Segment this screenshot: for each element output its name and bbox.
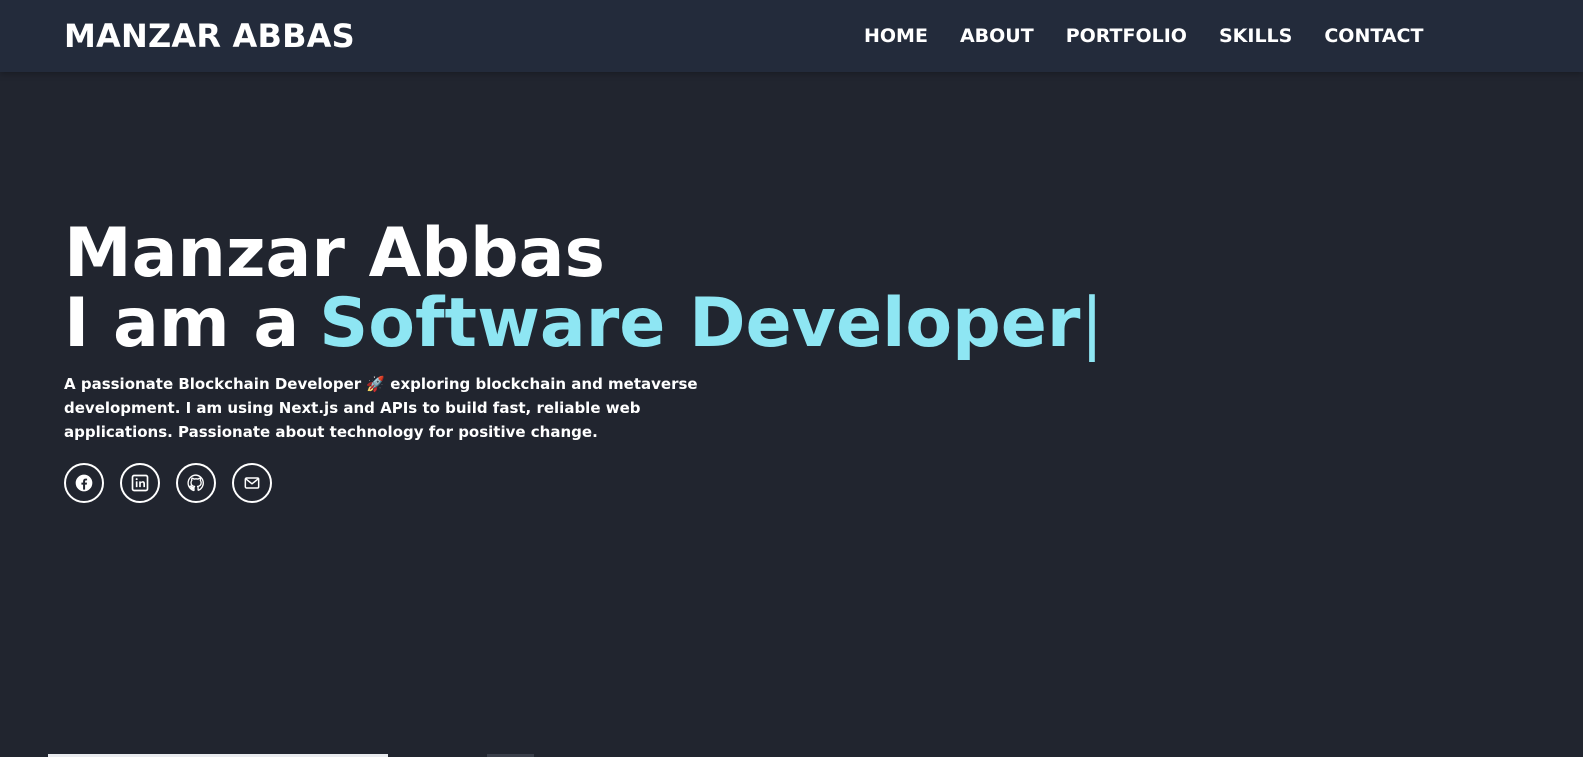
top-navbar: MANZAR ABBAS HOME ABOUT PORTFOLIO SKILLS… (0, 0, 1583, 72)
typing-cursor: | (1080, 284, 1104, 363)
nav-link-portfolio[interactable]: PORTFOLIO (1066, 24, 1187, 48)
nav-link-contact[interactable]: CONTACT (1324, 24, 1423, 48)
hero-role-line: I am a Software Developer| (64, 288, 1103, 360)
hero-section: Manzar Abbas I am a Software Developer| A… (64, 214, 1103, 503)
nav-item-about: ABOUT (960, 24, 1066, 48)
nav-item-skills: SKILLS (1219, 24, 1324, 48)
hero-role-typed-text: Software Developer (319, 284, 1081, 363)
facebook-link[interactable] (64, 463, 104, 503)
github-icon (186, 473, 206, 493)
facebook-icon (74, 473, 94, 493)
email-link[interactable] (232, 463, 272, 503)
github-link[interactable] (176, 463, 216, 503)
brand-logo-link[interactable]: MANZAR ABBAS (64, 17, 355, 55)
linkedin-icon (130, 473, 150, 493)
hero-name: Manzar Abbas (64, 214, 605, 293)
nav-menu: HOME ABOUT PORTFOLIO SKILLS CONTACT (864, 24, 1455, 48)
social-links (64, 463, 1064, 503)
nav-item-portfolio: PORTFOLIO (1066, 24, 1219, 48)
mail-icon (242, 473, 262, 493)
hero-role-prefix: I am a (64, 284, 300, 363)
nav-link-about[interactable]: ABOUT (960, 24, 1034, 48)
nav-item-home: HOME (864, 24, 960, 48)
nav-link-skills[interactable]: SKILLS (1219, 24, 1292, 48)
nav-item-contact: CONTACT (1324, 24, 1455, 48)
linkedin-link[interactable] (120, 463, 160, 503)
hero-description: A passionate Blockchain Developer 🚀 expl… (64, 375, 698, 441)
nav-link-home[interactable]: HOME (864, 24, 928, 48)
